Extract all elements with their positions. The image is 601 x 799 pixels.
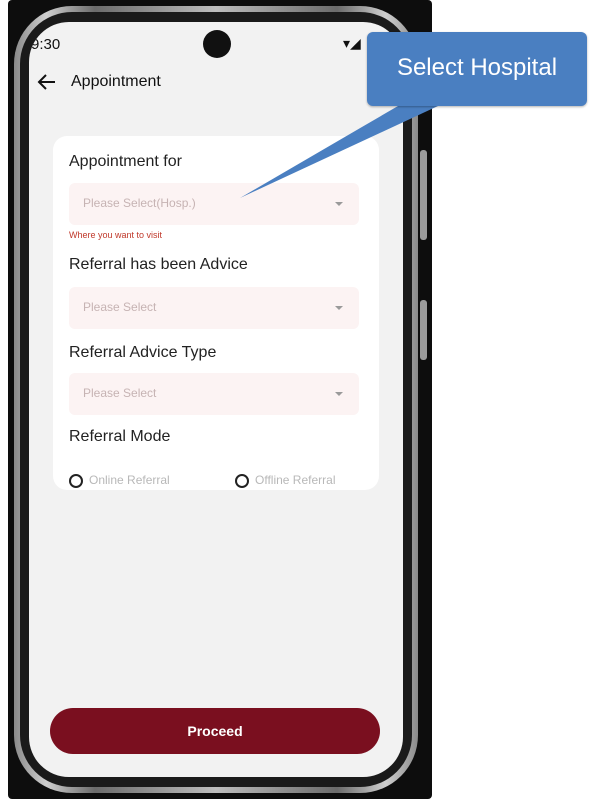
radio-offline-referral[interactable]: Offline Referral <box>235 472 365 490</box>
radio-circle-icon <box>235 474 249 488</box>
hospital-select[interactable]: Please Select(Hosp.) <box>69 183 359 225</box>
page-title: Appointment <box>71 73 161 90</box>
hospital-helper-text: Where you want to visit <box>69 230 163 240</box>
app-bar: Appointment <box>29 70 403 102</box>
hospital-select-placeholder: Please Select(Hosp.) <box>83 196 196 210</box>
wifi-signal-icon: ▾◢ <box>343 36 361 52</box>
proceed-button[interactable]: Proceed <box>50 708 380 754</box>
referral-advice-select[interactable]: Please Select <box>69 287 359 329</box>
radio-circle-icon <box>69 474 83 488</box>
referral-advice-label: Referral has been Advice <box>69 256 248 273</box>
volume-button <box>420 150 427 240</box>
back-arrow-icon[interactable] <box>37 70 57 94</box>
radio-online-label: Online Referral <box>89 473 170 487</box>
referral-mode-label: Referral Mode <box>69 428 171 445</box>
radio-offline-label: Offline Referral <box>255 473 336 487</box>
phone-screen: 9:30 ▾◢ Appointment Appointment for Plea… <box>29 22 403 777</box>
radio-online-referral[interactable]: Online Referral <box>69 472 199 490</box>
referral-advice-type-placeholder: Please Select <box>83 386 157 400</box>
dropdown-caret-icon <box>335 392 343 396</box>
status-time: 9:30 <box>31 36 61 53</box>
referral-advice-type-select[interactable]: Please Select <box>69 373 359 415</box>
power-button <box>420 300 427 360</box>
appointment-for-label: Appointment for <box>69 153 182 170</box>
referral-advice-type-label: Referral Advice Type <box>69 344 217 361</box>
front-camera-icon <box>203 30 231 58</box>
appointment-form-card: Appointment for Please Select(Hosp.) Whe… <box>53 136 379 490</box>
status-bar: 9:30 ▾◢ <box>29 22 403 68</box>
select-hospital-callout: Select Hospital <box>367 32 587 106</box>
callout-text: Select Hospital <box>396 54 558 81</box>
dropdown-caret-icon <box>335 306 343 310</box>
dropdown-caret-icon <box>335 202 343 206</box>
referral-advice-placeholder: Please Select <box>83 300 157 314</box>
